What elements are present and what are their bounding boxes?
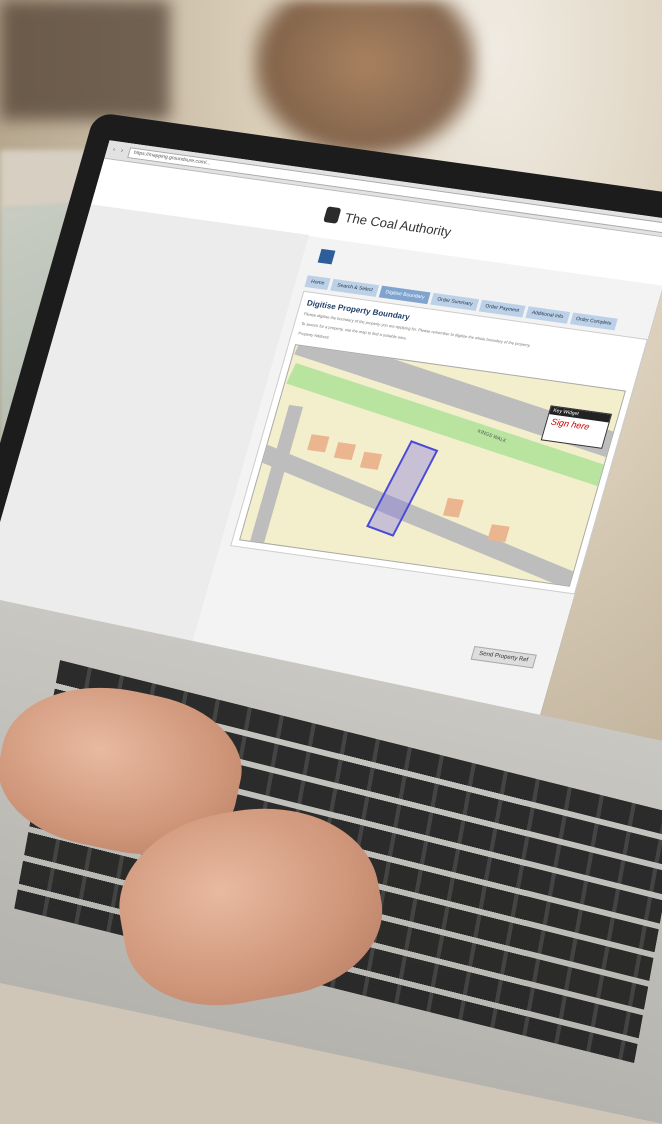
background-object — [0, 0, 170, 120]
crest-icon — [323, 206, 342, 224]
map-house — [487, 524, 510, 543]
plant-pot — [250, 0, 480, 160]
tab[interactable]: Order Summary — [430, 292, 480, 311]
forward-icon[interactable]: › — [120, 148, 124, 154]
map-house — [442, 497, 464, 518]
tab-active[interactable]: Digitise Boundary — [378, 285, 431, 305]
key-widget[interactable]: Key Widget Sign here — [540, 405, 613, 449]
map-house — [359, 451, 383, 470]
map-house — [307, 434, 330, 453]
map-road — [247, 404, 304, 553]
tab[interactable]: Order Complete — [569, 312, 618, 331]
tab[interactable]: Home — [304, 275, 331, 291]
tab[interactable]: Additional Info — [525, 306, 570, 324]
send-property-button[interactable]: Send Property Ref — [470, 645, 537, 669]
back-icon[interactable]: ‹ — [112, 147, 116, 153]
tab[interactable]: Order Payment — [478, 299, 526, 318]
boundary-map[interactable]: KINGS WALK Key Widget Sign here — [239, 344, 627, 587]
map-house — [333, 442, 357, 461]
home-icon[interactable] — [317, 248, 336, 265]
boundary-panel: Digitise Property Boundary Please digiti… — [230, 290, 648, 595]
brand-name: The Coal Authority — [343, 209, 454, 239]
tab[interactable]: Search & Select — [330, 278, 380, 297]
